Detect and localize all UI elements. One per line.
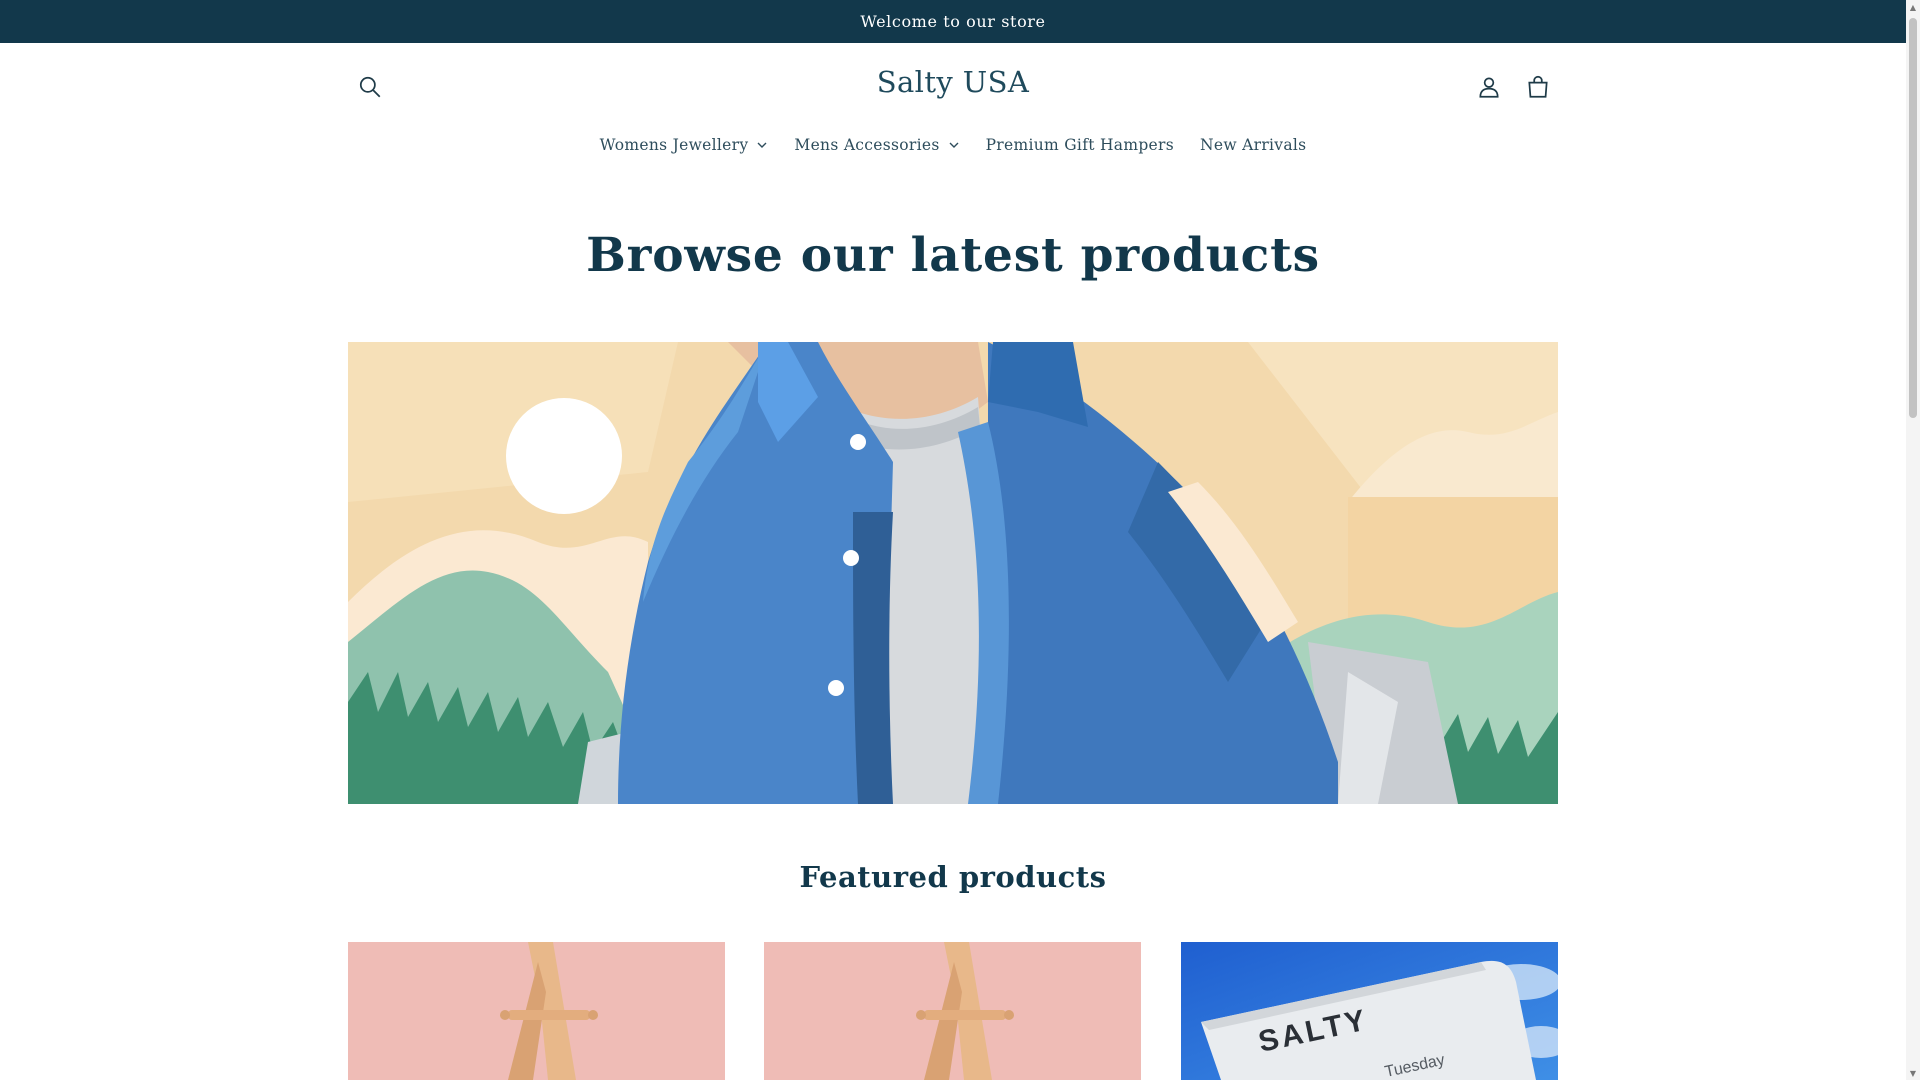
product-card[interactable] (348, 942, 725, 1080)
main-navigation: Womens Jewellery Mens Accessories Premiu… (0, 131, 1906, 159)
hero-title: Browse our latest products (586, 228, 1320, 283)
chevron-down-icon (949, 142, 959, 148)
nav-label: New Arrivals (1200, 136, 1307, 154)
cart-button[interactable] (1516, 65, 1560, 109)
scroll-thumb[interactable] (1909, 18, 1917, 418)
nav-premium-gift-hampers[interactable]: Premium Gift Hampers (973, 131, 1187, 159)
nav-new-arrivals[interactable]: New Arrivals (1187, 131, 1319, 159)
hero-banner-image[interactable] (348, 342, 1558, 804)
product-image (764, 942, 1141, 1080)
product-card[interactable]: SALTY Tuesday (1181, 942, 1558, 1080)
chevron-down-icon (757, 142, 767, 148)
announcement-text: Welcome to our store (860, 12, 1046, 31)
scroll-up-icon[interactable]: ▲ (1906, 0, 1920, 14)
scroll-down-icon[interactable]: ▼ (1906, 1066, 1920, 1080)
product-image: SALTY Tuesday (1181, 942, 1558, 1080)
site-header: Salty USA (348, 43, 1558, 131)
nav-label: Womens Jewellery (599, 136, 749, 154)
featured-products-title: Featured products (799, 860, 1107, 894)
cart-icon (1528, 75, 1548, 98)
announcement-bar: Welcome to our store (0, 0, 1906, 43)
nav-label: Premium Gift Hampers (985, 136, 1174, 154)
product-image (348, 942, 725, 1080)
nav-mens-accessories[interactable]: Mens Accessories (781, 131, 972, 159)
page-scrollbar[interactable]: ▲ ▼ (1906, 0, 1920, 1080)
jacket-illustration (348, 342, 1558, 804)
product-card[interactable] (764, 942, 1141, 1080)
account-icon (1479, 77, 1499, 98)
account-button[interactable] (1467, 65, 1511, 109)
store-logo[interactable]: Salty USA (348, 65, 1558, 99)
nav-womens-jewellery[interactable]: Womens Jewellery (587, 131, 782, 159)
nav-label: Mens Accessories (794, 136, 940, 154)
